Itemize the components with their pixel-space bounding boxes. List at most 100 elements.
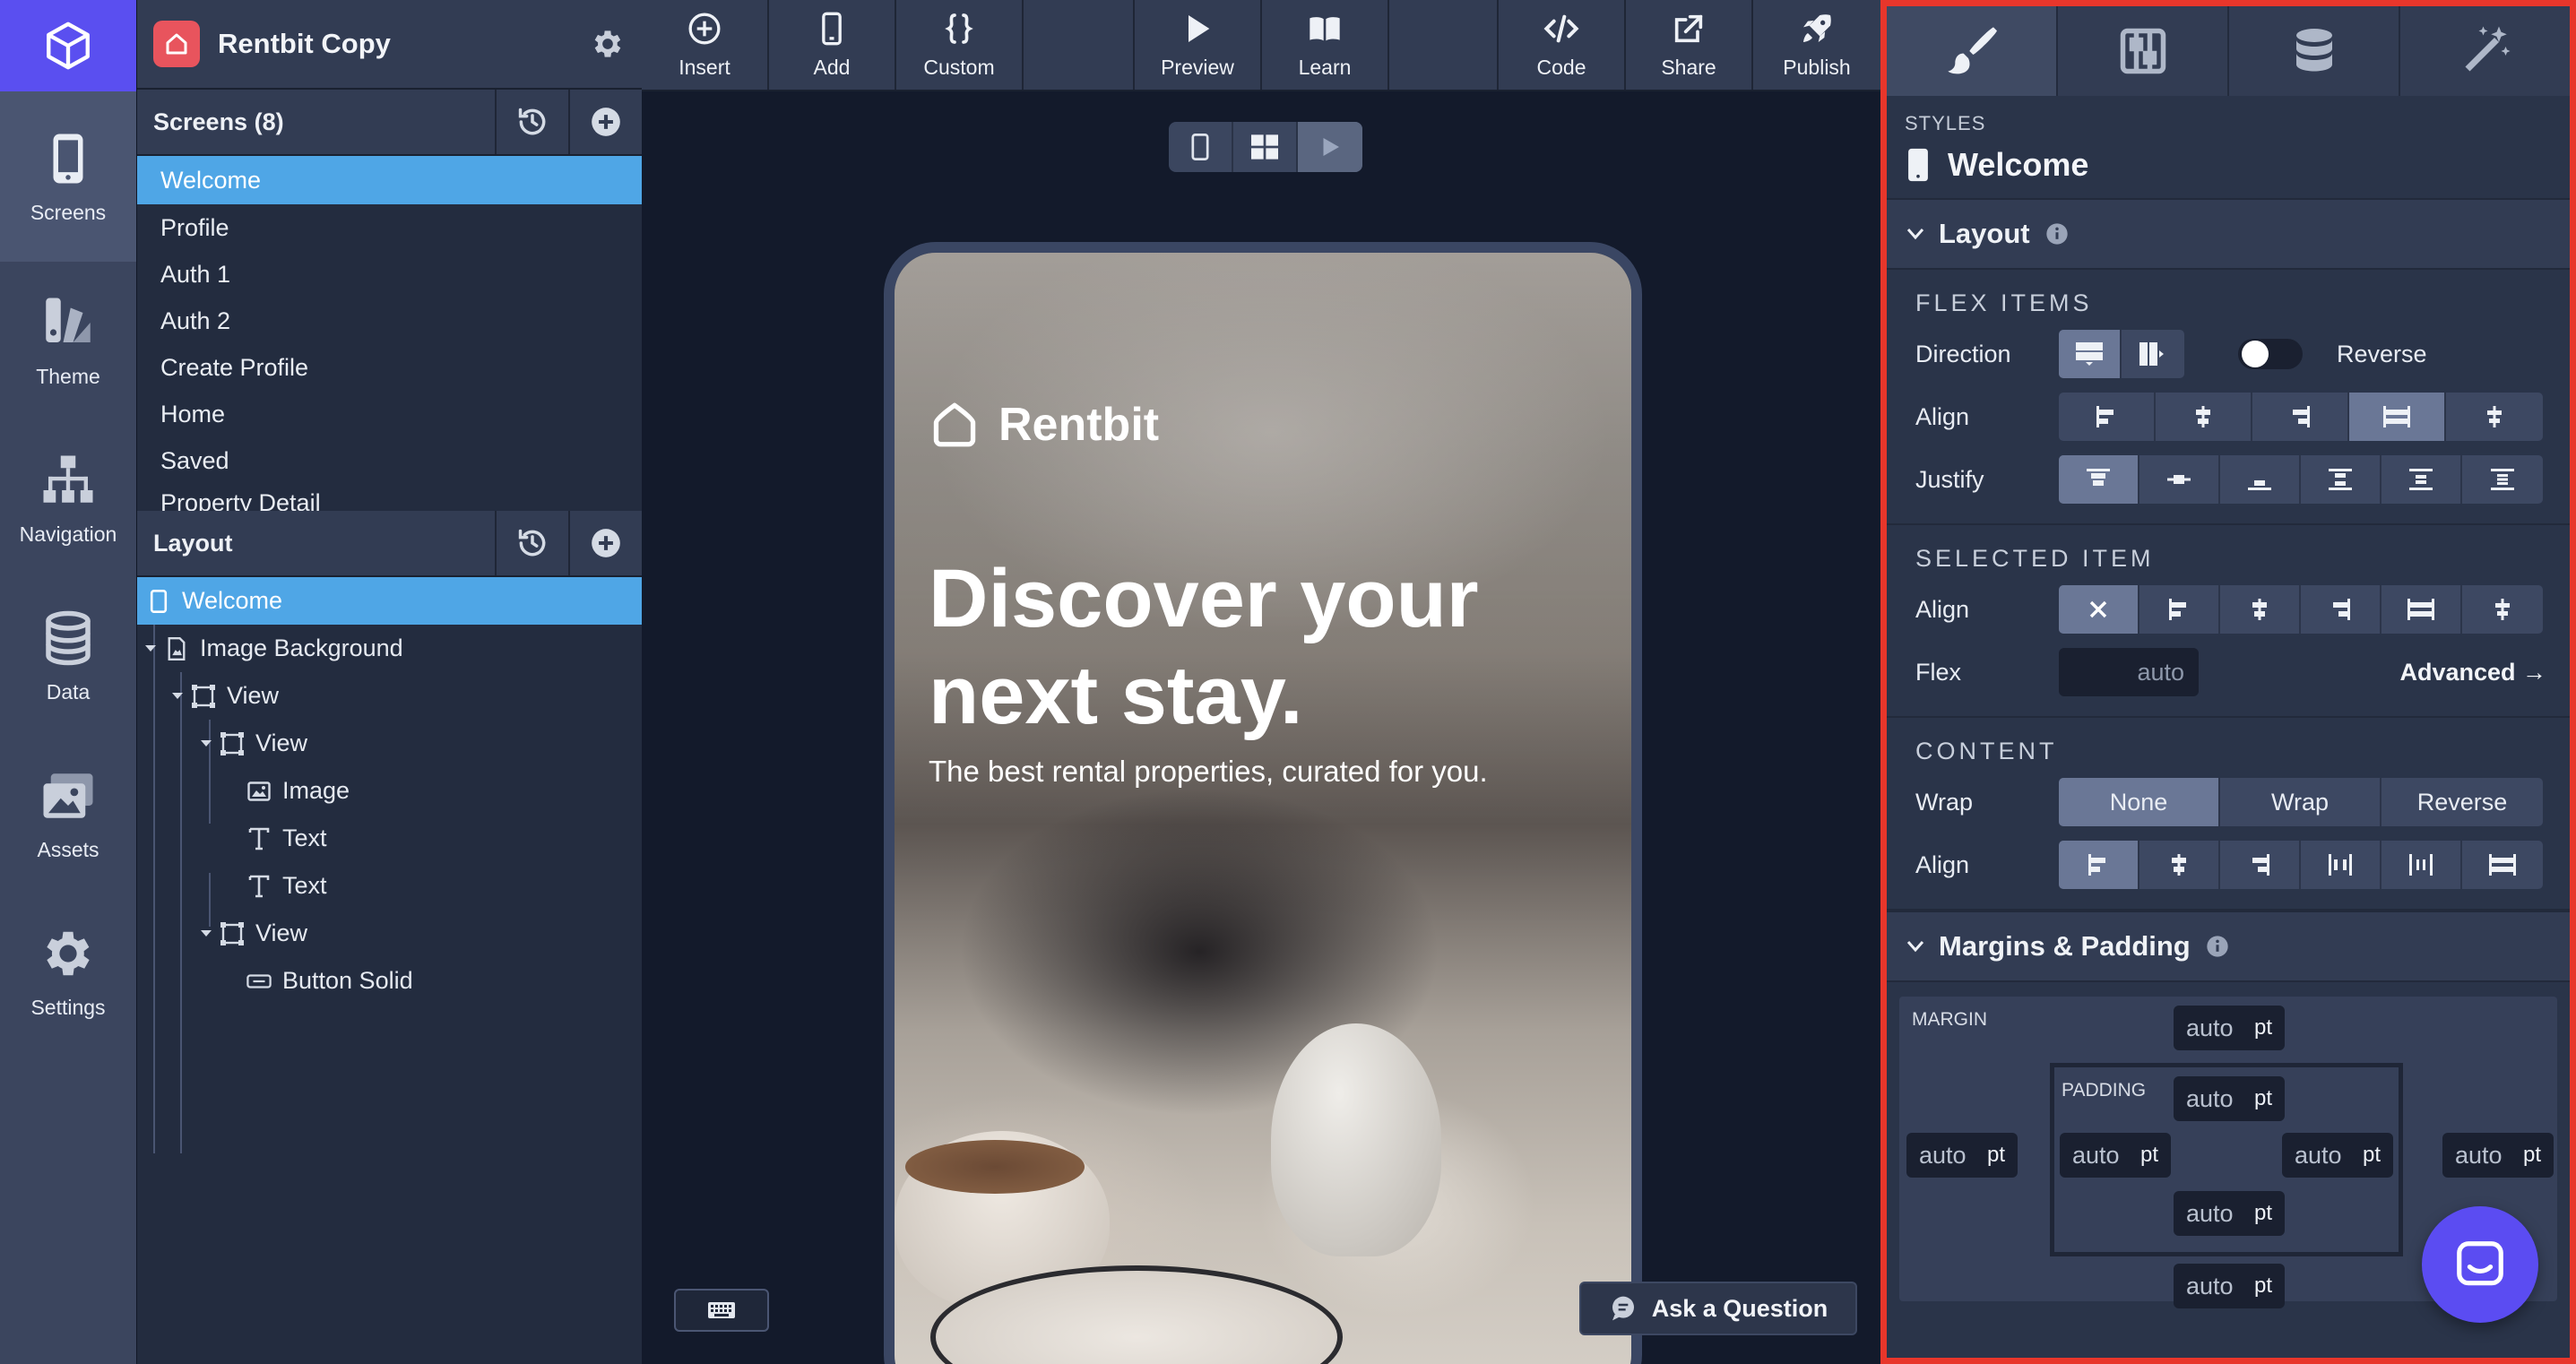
- align-start-button[interactable]: [2059, 393, 2156, 441]
- advanced-link[interactable]: Advanced →: [2399, 659, 2546, 686]
- justify-center-button[interactable]: [2139, 455, 2220, 504]
- margin-right-input[interactable]: auto pt: [2442, 1133, 2554, 1178]
- align-self-none-button[interactable]: [2059, 585, 2139, 634]
- screen-item-auth-2[interactable]: Auth 2: [137, 298, 642, 344]
- caret-down-icon[interactable]: [143, 644, 159, 653]
- tree-node-text[interactable]: Text: [137, 815, 642, 862]
- phone-brand[interactable]: Rentbit: [929, 398, 1159, 452]
- screen-item-profile[interactable]: Profile: [137, 204, 642, 251]
- info-icon[interactable]: [2044, 221, 2070, 246]
- rail-item-assets[interactable]: Assets: [0, 735, 136, 893]
- tree-node-image-background[interactable]: Image Background: [137, 625, 642, 672]
- phone-subtitle[interactable]: The best rental properties, curated for …: [929, 755, 1628, 789]
- align-content-space-between-button[interactable]: [2301, 841, 2382, 889]
- margins-padding-section-header[interactable]: Margins & Padding: [1887, 911, 2570, 982]
- flex-input[interactable]: auto: [2059, 648, 2199, 696]
- rail-item-data[interactable]: Data: [0, 577, 136, 735]
- align-end-button[interactable]: [2252, 393, 2349, 441]
- tree-node-welcome[interactable]: Welcome: [137, 577, 642, 625]
- align-center-button[interactable]: [2156, 393, 2252, 441]
- screen-item-property-detail[interactable]: Property Detail: [137, 484, 642, 511]
- tab-styles[interactable]: [1887, 6, 2058, 96]
- tree-node-text[interactable]: Text: [137, 862, 642, 910]
- project-app-icon[interactable]: [153, 21, 200, 67]
- reverse-toggle[interactable]: [2238, 339, 2303, 369]
- grid-icon: [1251, 134, 1278, 160]
- direction-row-button[interactable]: [2122, 330, 2184, 378]
- publish-button[interactable]: Publish: [1753, 0, 1880, 90]
- wrap-wrap-button[interactable]: Wrap: [2220, 778, 2382, 826]
- caret-down-icon[interactable]: [198, 739, 214, 748]
- grid-view-button[interactable]: [1233, 122, 1298, 172]
- align-content-center-button[interactable]: [2139, 841, 2220, 889]
- add-screen-button[interactable]: [568, 90, 642, 154]
- tab-config[interactable]: [2058, 6, 2229, 96]
- margin-bottom-input[interactable]: auto pt: [2174, 1264, 2285, 1308]
- share-button[interactable]: Share: [1626, 0, 1753, 90]
- screen-item-saved[interactable]: Saved: [137, 437, 642, 484]
- phone-view-button[interactable]: [1169, 122, 1233, 172]
- insert-button[interactable]: Insert: [642, 0, 769, 90]
- tree-node-view[interactable]: View: [137, 910, 642, 957]
- align-self-center-button[interactable]: [2220, 585, 2301, 634]
- margin-left-input[interactable]: auto pt: [1906, 1133, 2018, 1178]
- keyboard-shortcuts-button[interactable]: [674, 1289, 769, 1332]
- align-self-start-button[interactable]: [2139, 585, 2220, 634]
- justify-end-button[interactable]: [2220, 455, 2301, 504]
- project-settings-gear-icon[interactable]: [590, 26, 626, 62]
- learn-button[interactable]: Learn: [1262, 0, 1389, 90]
- custom-button[interactable]: Custom: [896, 0, 1024, 90]
- layout-section-header[interactable]: Layout: [1887, 198, 2570, 270]
- screen-item-auth-1[interactable]: Auth 1: [137, 251, 642, 298]
- add-button[interactable]: Add: [769, 0, 896, 90]
- caret-down-icon[interactable]: [198, 929, 214, 938]
- preview-button[interactable]: Preview: [1135, 0, 1262, 90]
- direction-column-button[interactable]: [2059, 330, 2122, 378]
- tree-node-image[interactable]: Image: [137, 767, 642, 815]
- add-component-button[interactable]: [568, 511, 642, 575]
- align-content-space-around-button[interactable]: [2382, 841, 2462, 889]
- justify-space-around-button[interactable]: [2382, 455, 2462, 504]
- tree-node-view[interactable]: View: [137, 672, 642, 720]
- align-baseline-button[interactable]: [2446, 393, 2543, 441]
- info-icon[interactable]: [2205, 934, 2230, 959]
- justify-space-evenly-button[interactable]: [2462, 455, 2543, 504]
- padding-top-input[interactable]: auto pt: [2174, 1076, 2285, 1121]
- justify-space-between-button[interactable]: [2301, 455, 2382, 504]
- app-logo[interactable]: [0, 0, 136, 91]
- layout-history-button[interactable]: [495, 511, 568, 575]
- support-chat-button[interactable]: [2422, 1206, 2538, 1323]
- screen-item-welcome[interactable]: Welcome: [137, 156, 642, 204]
- tree-node-button-solid[interactable]: Button Solid: [137, 957, 642, 1005]
- padding-bottom-input[interactable]: auto pt: [2174, 1191, 2285, 1236]
- play-view-button[interactable]: [1298, 122, 1362, 172]
- rail-item-theme[interactable]: Theme: [0, 262, 136, 419]
- code-button[interactable]: Code: [1499, 0, 1626, 90]
- align-content-start-button[interactable]: [2059, 841, 2139, 889]
- align-content-end-button[interactable]: [2220, 841, 2301, 889]
- align-content-stretch-button[interactable]: [2462, 841, 2543, 889]
- rail-item-navigation[interactable]: Navigation: [0, 419, 136, 577]
- phone-preview[interactable]: Rentbit Discover your next stay. The bes…: [884, 242, 1642, 1364]
- align-self-end-button[interactable]: [2301, 585, 2382, 634]
- align-self-stretch-button[interactable]: [2382, 585, 2462, 634]
- tree-node-view[interactable]: View: [137, 720, 642, 767]
- tab-interactions[interactable]: [2400, 6, 2570, 96]
- padding-right-input[interactable]: auto pt: [2282, 1133, 2393, 1178]
- screen-item-create-profile[interactable]: Create Profile: [137, 344, 642, 391]
- align-self-baseline-button[interactable]: [2462, 585, 2543, 634]
- justify-start-button[interactable]: [2059, 455, 2139, 504]
- screen-item-home[interactable]: Home: [137, 391, 642, 437]
- padding-left-input[interactable]: auto pt: [2060, 1133, 2171, 1178]
- ask-a-question-button[interactable]: Ask a Question: [1579, 1282, 1857, 1335]
- caret-down-icon[interactable]: [169, 692, 186, 701]
- wrap-reverse-button[interactable]: Reverse: [2382, 778, 2543, 826]
- margin-top-input[interactable]: auto pt: [2174, 1006, 2285, 1050]
- rail-item-settings[interactable]: Settings: [0, 893, 136, 1050]
- tab-data[interactable]: [2229, 6, 2400, 96]
- wrap-none-button[interactable]: None: [2059, 778, 2220, 826]
- screens-history-button[interactable]: [495, 90, 568, 154]
- phone-headline[interactable]: Discover your next stay.: [929, 550, 1574, 744]
- rail-item-screens[interactable]: Screens: [0, 91, 136, 262]
- align-stretch-button[interactable]: [2349, 393, 2446, 441]
